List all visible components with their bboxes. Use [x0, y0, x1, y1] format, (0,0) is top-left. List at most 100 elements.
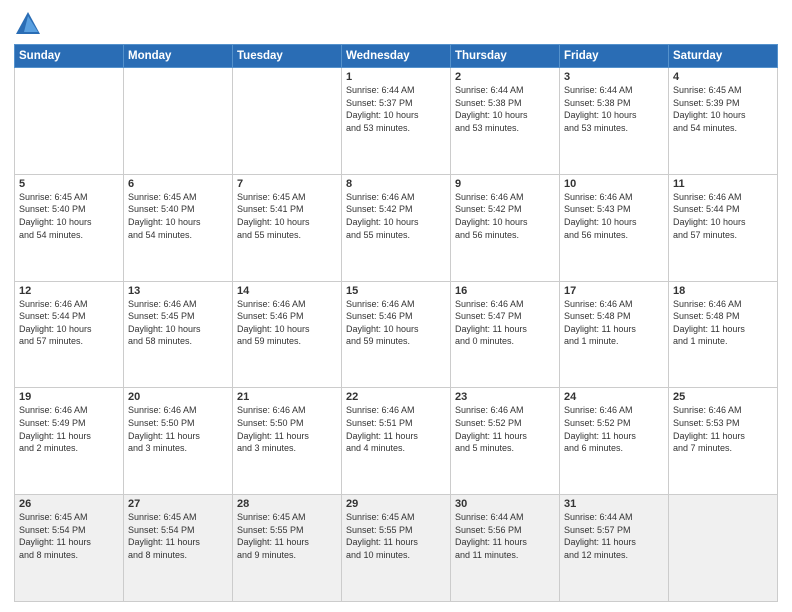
day-info: Sunrise: 6:46 AM Sunset: 5:46 PM Dayligh…	[346, 298, 446, 348]
header-row: SundayMondayTuesdayWednesdayThursdayFrid…	[15, 45, 778, 68]
day-cell: 5Sunrise: 6:45 AM Sunset: 5:40 PM Daylig…	[15, 174, 124, 281]
day-number: 10	[564, 178, 664, 190]
day-header-thursday: Thursday	[451, 45, 560, 68]
day-cell: 3Sunrise: 6:44 AM Sunset: 5:38 PM Daylig…	[560, 68, 669, 175]
day-cell: 16Sunrise: 6:46 AM Sunset: 5:47 PM Dayli…	[451, 281, 560, 388]
day-number: 3	[564, 71, 664, 83]
day-cell: 30Sunrise: 6:44 AM Sunset: 5:56 PM Dayli…	[451, 495, 560, 602]
week-row-1: 1Sunrise: 6:44 AM Sunset: 5:37 PM Daylig…	[15, 68, 778, 175]
day-info: Sunrise: 6:46 AM Sunset: 5:46 PM Dayligh…	[237, 298, 337, 348]
day-cell: 1Sunrise: 6:44 AM Sunset: 5:37 PM Daylig…	[342, 68, 451, 175]
day-info: Sunrise: 6:44 AM Sunset: 5:37 PM Dayligh…	[346, 84, 446, 134]
day-number: 13	[128, 285, 228, 297]
day-info: Sunrise: 6:46 AM Sunset: 5:48 PM Dayligh…	[564, 298, 664, 348]
day-cell	[669, 495, 778, 602]
day-number: 6	[128, 178, 228, 190]
day-number: 29	[346, 498, 446, 510]
day-header-wednesday: Wednesday	[342, 45, 451, 68]
day-number: 20	[128, 391, 228, 403]
day-cell: 27Sunrise: 6:45 AM Sunset: 5:54 PM Dayli…	[124, 495, 233, 602]
day-cell: 28Sunrise: 6:45 AM Sunset: 5:55 PM Dayli…	[233, 495, 342, 602]
day-info: Sunrise: 6:46 AM Sunset: 5:53 PM Dayligh…	[673, 404, 773, 454]
day-number: 5	[19, 178, 119, 190]
day-number: 22	[346, 391, 446, 403]
day-number: 27	[128, 498, 228, 510]
day-cell: 12Sunrise: 6:46 AM Sunset: 5:44 PM Dayli…	[15, 281, 124, 388]
week-row-4: 19Sunrise: 6:46 AM Sunset: 5:49 PM Dayli…	[15, 388, 778, 495]
day-info: Sunrise: 6:46 AM Sunset: 5:50 PM Dayligh…	[128, 404, 228, 454]
day-header-monday: Monday	[124, 45, 233, 68]
day-info: Sunrise: 6:44 AM Sunset: 5:56 PM Dayligh…	[455, 511, 555, 561]
day-cell: 13Sunrise: 6:46 AM Sunset: 5:45 PM Dayli…	[124, 281, 233, 388]
day-cell: 29Sunrise: 6:45 AM Sunset: 5:55 PM Dayli…	[342, 495, 451, 602]
day-info: Sunrise: 6:46 AM Sunset: 5:42 PM Dayligh…	[455, 191, 555, 241]
day-number: 14	[237, 285, 337, 297]
day-number: 16	[455, 285, 555, 297]
day-cell	[233, 68, 342, 175]
day-info: Sunrise: 6:46 AM Sunset: 5:51 PM Dayligh…	[346, 404, 446, 454]
day-number: 8	[346, 178, 446, 190]
day-info: Sunrise: 6:45 AM Sunset: 5:39 PM Dayligh…	[673, 84, 773, 134]
day-cell: 10Sunrise: 6:46 AM Sunset: 5:43 PM Dayli…	[560, 174, 669, 281]
day-info: Sunrise: 6:46 AM Sunset: 5:52 PM Dayligh…	[564, 404, 664, 454]
day-info: Sunrise: 6:44 AM Sunset: 5:57 PM Dayligh…	[564, 511, 664, 561]
day-cell: 31Sunrise: 6:44 AM Sunset: 5:57 PM Dayli…	[560, 495, 669, 602]
day-cell	[124, 68, 233, 175]
day-number: 9	[455, 178, 555, 190]
day-cell: 6Sunrise: 6:45 AM Sunset: 5:40 PM Daylig…	[124, 174, 233, 281]
day-cell: 21Sunrise: 6:46 AM Sunset: 5:50 PM Dayli…	[233, 388, 342, 495]
day-info: Sunrise: 6:46 AM Sunset: 5:52 PM Dayligh…	[455, 404, 555, 454]
day-number: 21	[237, 391, 337, 403]
day-cell: 7Sunrise: 6:45 AM Sunset: 5:41 PM Daylig…	[233, 174, 342, 281]
day-info: Sunrise: 6:45 AM Sunset: 5:54 PM Dayligh…	[19, 511, 119, 561]
day-number: 4	[673, 71, 773, 83]
day-cell: 14Sunrise: 6:46 AM Sunset: 5:46 PM Dayli…	[233, 281, 342, 388]
day-cell: 20Sunrise: 6:46 AM Sunset: 5:50 PM Dayli…	[124, 388, 233, 495]
day-info: Sunrise: 6:46 AM Sunset: 5:44 PM Dayligh…	[19, 298, 119, 348]
day-cell: 26Sunrise: 6:45 AM Sunset: 5:54 PM Dayli…	[15, 495, 124, 602]
calendar-table: SundayMondayTuesdayWednesdayThursdayFrid…	[14, 44, 778, 602]
day-number: 19	[19, 391, 119, 403]
day-number: 2	[455, 71, 555, 83]
day-cell: 8Sunrise: 6:46 AM Sunset: 5:42 PM Daylig…	[342, 174, 451, 281]
day-number: 17	[564, 285, 664, 297]
day-cell: 2Sunrise: 6:44 AM Sunset: 5:38 PM Daylig…	[451, 68, 560, 175]
day-info: Sunrise: 6:45 AM Sunset: 5:55 PM Dayligh…	[346, 511, 446, 561]
day-header-sunday: Sunday	[15, 45, 124, 68]
day-info: Sunrise: 6:44 AM Sunset: 5:38 PM Dayligh…	[564, 84, 664, 134]
page: SundayMondayTuesdayWednesdayThursdayFrid…	[0, 0, 792, 612]
day-info: Sunrise: 6:46 AM Sunset: 5:50 PM Dayligh…	[237, 404, 337, 454]
day-info: Sunrise: 6:45 AM Sunset: 5:54 PM Dayligh…	[128, 511, 228, 561]
day-cell: 25Sunrise: 6:46 AM Sunset: 5:53 PM Dayli…	[669, 388, 778, 495]
day-info: Sunrise: 6:46 AM Sunset: 5:44 PM Dayligh…	[673, 191, 773, 241]
day-cell: 9Sunrise: 6:46 AM Sunset: 5:42 PM Daylig…	[451, 174, 560, 281]
day-number: 25	[673, 391, 773, 403]
day-number: 30	[455, 498, 555, 510]
header	[14, 10, 778, 38]
day-number: 1	[346, 71, 446, 83]
day-cell: 19Sunrise: 6:46 AM Sunset: 5:49 PM Dayli…	[15, 388, 124, 495]
day-number: 18	[673, 285, 773, 297]
day-cell: 11Sunrise: 6:46 AM Sunset: 5:44 PM Dayli…	[669, 174, 778, 281]
day-cell: 4Sunrise: 6:45 AM Sunset: 5:39 PM Daylig…	[669, 68, 778, 175]
day-info: Sunrise: 6:45 AM Sunset: 5:40 PM Dayligh…	[19, 191, 119, 241]
day-header-friday: Friday	[560, 45, 669, 68]
week-row-3: 12Sunrise: 6:46 AM Sunset: 5:44 PM Dayli…	[15, 281, 778, 388]
week-row-5: 26Sunrise: 6:45 AM Sunset: 5:54 PM Dayli…	[15, 495, 778, 602]
day-number: 12	[19, 285, 119, 297]
day-number: 26	[19, 498, 119, 510]
day-cell: 18Sunrise: 6:46 AM Sunset: 5:48 PM Dayli…	[669, 281, 778, 388]
day-cell: 23Sunrise: 6:46 AM Sunset: 5:52 PM Dayli…	[451, 388, 560, 495]
day-cell: 15Sunrise: 6:46 AM Sunset: 5:46 PM Dayli…	[342, 281, 451, 388]
day-header-tuesday: Tuesday	[233, 45, 342, 68]
day-number: 31	[564, 498, 664, 510]
day-info: Sunrise: 6:44 AM Sunset: 5:38 PM Dayligh…	[455, 84, 555, 134]
week-row-2: 5Sunrise: 6:45 AM Sunset: 5:40 PM Daylig…	[15, 174, 778, 281]
day-cell: 22Sunrise: 6:46 AM Sunset: 5:51 PM Dayli…	[342, 388, 451, 495]
day-info: Sunrise: 6:45 AM Sunset: 5:55 PM Dayligh…	[237, 511, 337, 561]
day-info: Sunrise: 6:46 AM Sunset: 5:48 PM Dayligh…	[673, 298, 773, 348]
day-number: 7	[237, 178, 337, 190]
day-info: Sunrise: 6:46 AM Sunset: 5:49 PM Dayligh…	[19, 404, 119, 454]
logo-icon	[14, 10, 42, 38]
day-cell: 24Sunrise: 6:46 AM Sunset: 5:52 PM Dayli…	[560, 388, 669, 495]
